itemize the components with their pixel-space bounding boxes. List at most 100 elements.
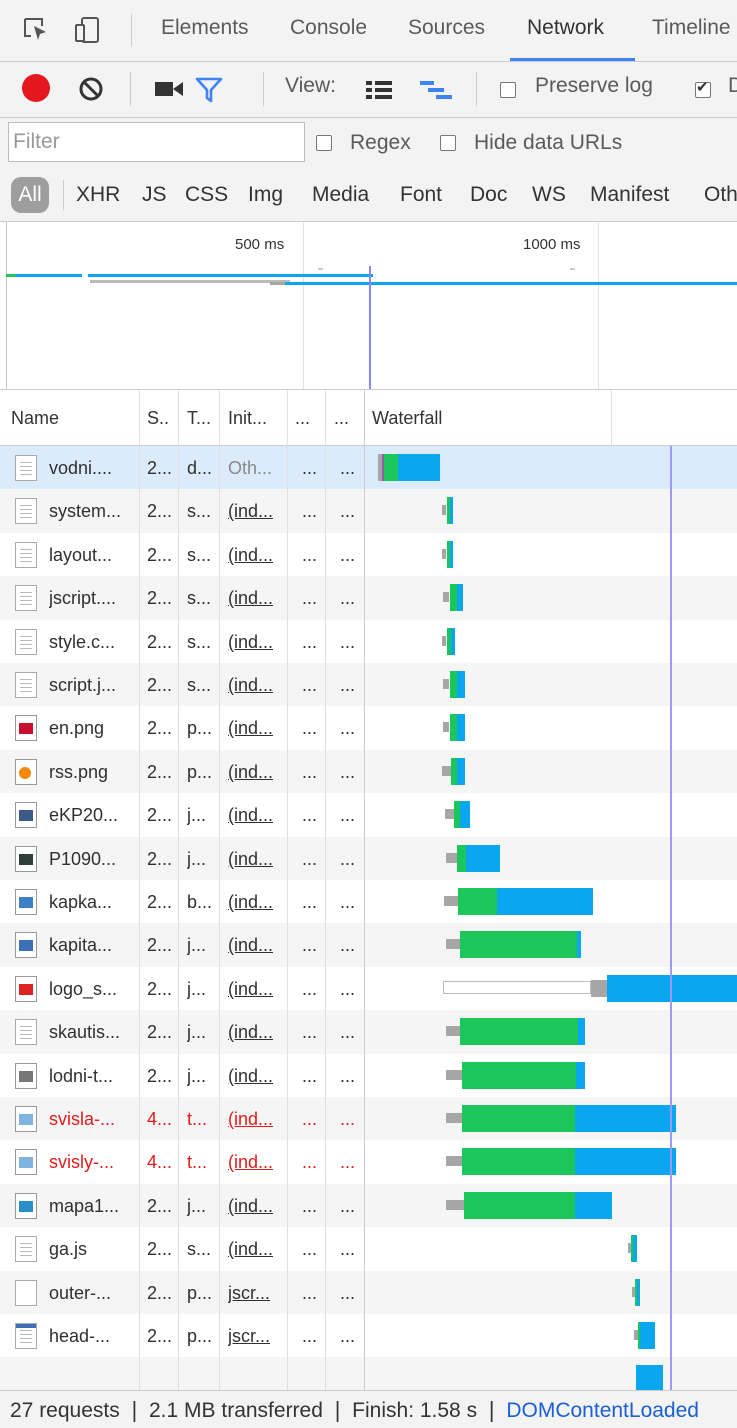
request-name: ga.js (49, 1239, 88, 1260)
tab-timeline[interactable]: Timeline (652, 16, 731, 40)
large-rows-icon[interactable] (366, 80, 392, 100)
request-initiator[interactable]: (ind... (228, 545, 273, 566)
request-initiator[interactable]: (ind... (228, 1239, 273, 1260)
type-js[interactable]: JS (142, 183, 167, 207)
request-row[interactable]: en.png 2... p... (ind......... (0, 706, 737, 749)
icon-thumbnail (19, 1200, 33, 1212)
request-type: t... (187, 1152, 208, 1173)
request-initiator[interactable]: (ind... (228, 632, 273, 653)
tab-sources[interactable]: Sources (408, 16, 485, 40)
request-row[interactable]: svisla-... 4... t... (ind......... (0, 1097, 737, 1141)
request-initiator[interactable]: (ind... (228, 588, 273, 609)
request-name: layout... (49, 544, 113, 565)
device-toolbar-icon[interactable] (74, 16, 102, 44)
request-row[interactable]: eKP20... 2... j... (ind......... (0, 793, 737, 836)
disable-cache-checkbox[interactable] (695, 78, 711, 98)
request-row[interactable]: head-... 2... p... jscr......... (0, 1314, 737, 1357)
request-row[interactable]: svisly-... 4... t... (ind......... (0, 1140, 737, 1183)
regex-checkbox[interactable] (316, 135, 332, 151)
request-row[interactable]: layout... 2... s... (ind......... (0, 533, 737, 576)
request-row[interactable]: lodni-t... 2... j... (ind......... (0, 1054, 737, 1097)
request-initiator[interactable]: jscr... (228, 1326, 270, 1347)
type-manifest[interactable]: Manifest (590, 183, 669, 207)
request-time: ... (340, 544, 356, 565)
request-name: lodni-t... (49, 1065, 114, 1086)
request-initiator[interactable]: (ind... (228, 1066, 273, 1087)
request-initiator[interactable]: (ind... (228, 1152, 273, 1173)
header-waterfall[interactable]: Waterfall (372, 408, 442, 429)
request-initiator[interactable]: (ind... (228, 849, 273, 870)
preserve-log-checkbox[interactable] (500, 82, 516, 98)
request-initiator[interactable]: jscr... (228, 1283, 270, 1304)
request-row[interactable]: script.j... 2... s... (ind......... (0, 663, 737, 707)
capture-screenshots-icon[interactable] (155, 80, 183, 98)
type-font[interactable]: Font (400, 183, 442, 207)
type-ws[interactable]: WS (532, 183, 566, 207)
request-row[interactable]: system... 2... s... (ind......... (0, 489, 737, 533)
overview-icon[interactable] (420, 80, 452, 100)
request-initiator[interactable]: (ind... (228, 501, 273, 522)
document-icon (15, 541, 37, 568)
waterfall-segment (578, 1018, 585, 1046)
type-all-button[interactable]: All (11, 177, 49, 213)
request-row[interactable]: ga.js 2... s... (ind......... (0, 1227, 737, 1270)
request-initiator[interactable]: (ind... (228, 805, 273, 826)
request-row[interactable]: style.c... 2... s... (ind......... (0, 620, 737, 663)
request-time: ... (340, 1152, 356, 1173)
request-row[interactable]: kapita... 2... j... (ind......... (0, 923, 737, 967)
request-type: s... (187, 588, 212, 609)
icon-thumbnail (19, 1114, 33, 1125)
type-doc[interactable]: Doc (470, 183, 507, 207)
request-row[interactable]: rss.png 2... p... (ind......... (0, 749, 737, 794)
header-status[interactable]: S.. (147, 408, 169, 429)
header-type[interactable]: T... (187, 408, 211, 429)
timeline-overview[interactable]: 500 ms 1000 ms (0, 222, 737, 390)
request-row[interactable]: jscript.... 2... s... (ind......... (0, 576, 737, 620)
request-row[interactable]: P1090... 2... j... (ind......... (0, 836, 737, 880)
request-initiator[interactable]: (ind... (228, 762, 273, 783)
inspect-element-icon[interactable] (22, 16, 50, 44)
record-button[interactable] (22, 74, 50, 102)
request-initiator[interactable]: (ind... (228, 979, 273, 1000)
hide-data-urls-checkbox[interactable] (440, 135, 456, 151)
request-type: j... (187, 1022, 207, 1043)
request-row[interactable]: mapa1... 2... j... (ind......... (0, 1183, 737, 1228)
type-xhr[interactable]: XHR (76, 183, 120, 207)
request-status: 2... (147, 848, 173, 869)
request-initiator[interactable]: (ind... (228, 1196, 273, 1217)
request-initiator[interactable]: (ind... (228, 935, 273, 956)
tab-network[interactable]: Network (527, 16, 604, 40)
waterfall-segment (457, 844, 466, 872)
request-size: ... (302, 848, 318, 869)
request-size: ... (302, 501, 318, 522)
request-row[interactable]: kapka... 2... b... (ind......... (0, 880, 737, 923)
request-initiator[interactable]: (ind... (228, 892, 273, 913)
request-row[interactable]: outer-... 2... p... jscr......... (0, 1270, 737, 1314)
request-row[interactable] (0, 1357, 737, 1390)
request-row[interactable]: logo_s... 2... j... (ind......... (0, 967, 737, 1010)
header-time[interactable]: ... (334, 408, 349, 429)
type-img[interactable]: Img (248, 183, 283, 207)
header-name[interactable]: Name (11, 408, 59, 429)
tab-console[interactable]: Console (290, 16, 367, 40)
broken-image-icon (15, 1149, 37, 1176)
filter-input[interactable] (8, 122, 305, 162)
type-css[interactable]: CSS (185, 183, 228, 207)
type-other[interactable]: Oth (704, 183, 737, 207)
request-row[interactable]: vodni.... 2... d... Oth......... (0, 446, 737, 490)
request-row[interactable]: skautis... 2... j... (ind......... (0, 1010, 737, 1054)
header-size[interactable]: ... (295, 408, 310, 429)
request-initiator[interactable]: (ind... (228, 1022, 273, 1043)
header-initiator[interactable]: Init... (228, 408, 267, 429)
request-initiator[interactable]: (ind... (228, 718, 273, 739)
toolbar-divider (476, 72, 477, 106)
filter-icon[interactable] (195, 77, 223, 103)
overview-gridline (303, 222, 304, 389)
tab-elements[interactable]: Elements (161, 16, 249, 40)
request-time: ... (340, 935, 356, 956)
request-initiator[interactable]: (ind... (228, 1109, 273, 1130)
type-media[interactable]: Media (312, 183, 369, 207)
network-toolbar: View: Preserve log D (0, 62, 737, 118)
clear-icon[interactable] (78, 76, 104, 102)
request-initiator[interactable]: (ind... (228, 675, 273, 696)
